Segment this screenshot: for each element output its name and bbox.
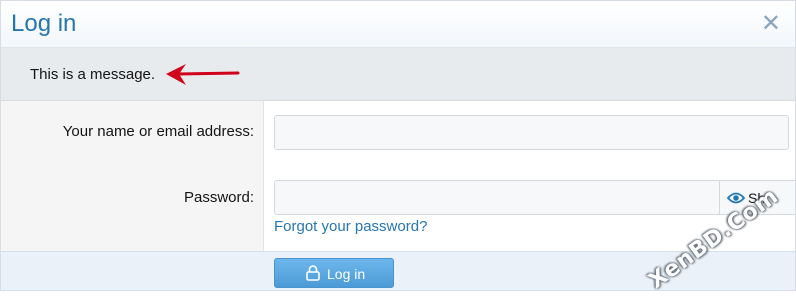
login-button-label: Log in <box>327 266 366 282</box>
show-password-label: Sh <box>748 190 766 206</box>
message-bar: This is a message. <box>1 48 795 101</box>
dialog-title: Log in <box>11 10 77 37</box>
login-dialog: Log in ✕ This is a message. Your name or… <box>0 0 796 291</box>
login-form: Your name or email address: Password: Sh… <box>1 101 795 251</box>
dialog-header: Log in ✕ <box>1 1 795 48</box>
show-password-button[interactable]: Sh <box>719 180 795 215</box>
close-icon[interactable]: ✕ <box>761 10 781 38</box>
arrow-left-icon <box>166 64 240 85</box>
password-label: Password: <box>183 189 254 206</box>
lock-icon <box>306 265 320 281</box>
name-input[interactable] <box>274 115 789 150</box>
login-button[interactable]: Log in <box>274 258 394 288</box>
dialog-footer: Log in <box>1 251 795 290</box>
eye-icon <box>727 192 745 204</box>
label-column: Your name or email address: Password: <box>1 101 264 251</box>
name-label: Your name or email address: <box>62 123 254 140</box>
forgot-password-link[interactable]: Forgot your password? <box>274 218 427 235</box>
message-text: This is a message. <box>30 66 156 83</box>
password-input[interactable] <box>274 180 720 215</box>
